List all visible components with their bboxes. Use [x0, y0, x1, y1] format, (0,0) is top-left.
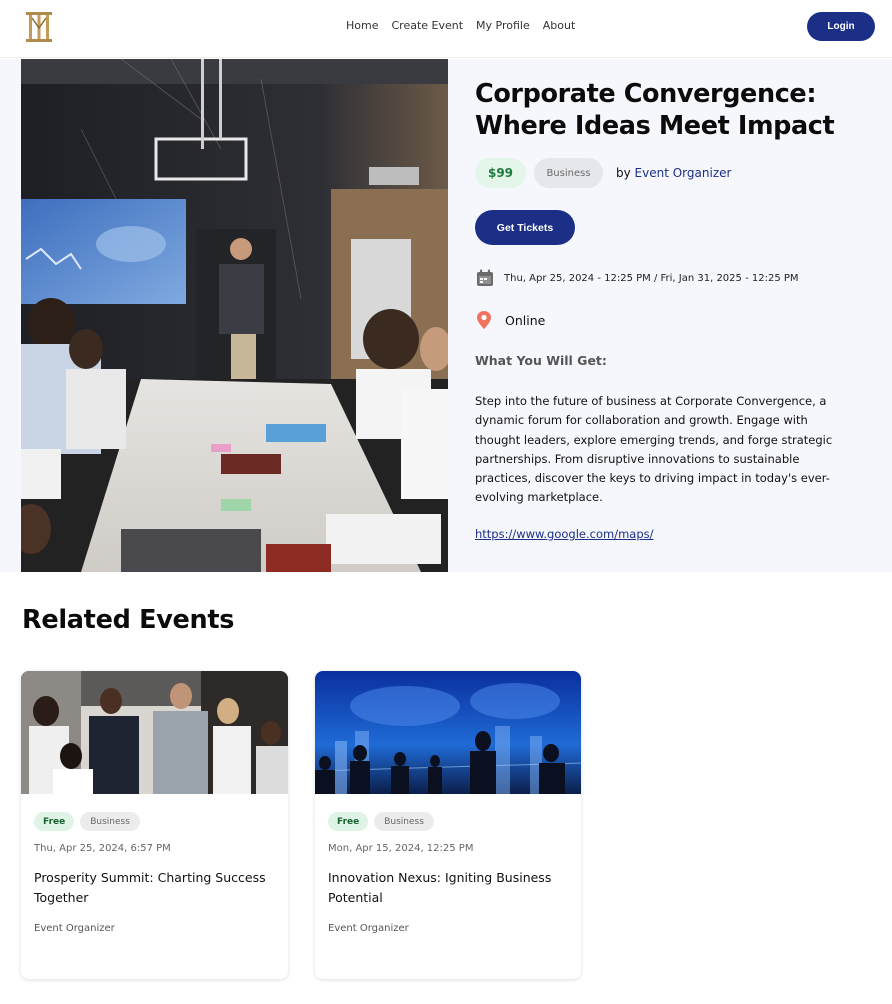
get-tickets-button[interactable]: Get Tickets — [475, 210, 575, 245]
event-description: Step into the future of business at Corp… — [475, 394, 833, 505]
card-title[interactable]: Prosperity Summit: Charting Success Toge… — [34, 868, 279, 908]
related-event-card[interactable]: Free Business Thu, Apr 25, 2024, 6:57 PM… — [21, 671, 288, 979]
nav-home[interactable]: Home — [346, 18, 378, 34]
related-event-card[interactable]: Free Business Mon, Apr 15, 2024, 12:25 P… — [315, 671, 581, 979]
event-title: Corporate Convergence: Where Ideas Meet … — [475, 79, 835, 141]
event-tags: $99 Business by Event Organizer — [475, 158, 731, 188]
nav-create-event[interactable]: Create Event — [391, 18, 463, 34]
site-logo[interactable] — [24, 9, 54, 45]
event-price-badge: $99 — [475, 158, 526, 188]
calendar-icon — [477, 269, 493, 286]
event-date-range: Thu, Apr 25, 2024 - 12:25 PM / Fri, Jan … — [504, 272, 799, 284]
related-events-heading: Related Events — [22, 605, 235, 635]
card-price-badge: Free — [328, 812, 369, 831]
event-location: Online — [475, 310, 545, 330]
card-date: Thu, Apr 25, 2024, 6:57 PM — [34, 843, 171, 854]
card-price-badge: Free — [34, 812, 75, 831]
event-info: Corporate Convergence: Where Ideas Meet … — [475, 78, 870, 541]
card-organizer: Event Organizer — [34, 923, 115, 934]
nav-about[interactable]: About — [543, 18, 576, 34]
logo-icon — [26, 12, 52, 42]
nav-my-profile[interactable]: My Profile — [476, 18, 530, 34]
related-event-image — [315, 671, 581, 794]
main-nav: Home Create Event My Profile About — [346, 18, 575, 34]
related-event-image — [21, 671, 288, 794]
card-tags: Free Business — [328, 812, 434, 831]
card-organizer: Event Organizer — [328, 923, 409, 934]
event-location-text: Online — [505, 312, 546, 328]
event-map-link[interactable]: https://www.google.com/maps/ — [475, 527, 654, 541]
location-pin-icon — [477, 311, 491, 329]
card-date: Mon, Apr 15, 2024, 12:25 PM — [328, 843, 474, 854]
card-category-badge: Business — [374, 812, 434, 831]
site-header: Home Create Event My Profile About Login — [0, 0, 892, 58]
event-image — [21, 59, 448, 572]
card-title[interactable]: Innovation Nexus: Igniting Business Pote… — [328, 868, 573, 908]
event-dates: Thu, Apr 25, 2024 - 12:25 PM / Fri, Jan … — [475, 268, 799, 288]
card-tags: Free Business — [34, 812, 140, 831]
card-category-badge: Business — [80, 812, 140, 831]
organizer-link[interactable]: Event Organizer — [635, 166, 732, 180]
what-you-get-heading: What You Will Get: — [475, 353, 607, 368]
event-category-badge: Business — [534, 158, 603, 188]
by-prefix: by — [616, 166, 631, 180]
login-button[interactable]: Login — [807, 12, 875, 41]
event-organizer: by Event Organizer — [616, 166, 731, 180]
